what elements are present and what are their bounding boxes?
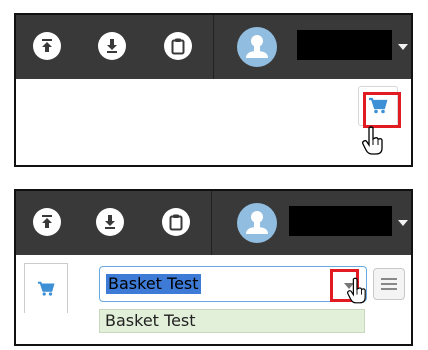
user-avatar-icon [246, 35, 268, 58]
clipboard-button[interactable] [162, 208, 190, 236]
toolbar-divider [213, 15, 214, 79]
download-button[interactable] [96, 208, 124, 236]
upload-button[interactable] [33, 208, 61, 236]
user-avatar-icon [246, 211, 268, 234]
user-avatar[interactable] [237, 203, 277, 243]
user-avatar[interactable] [237, 27, 277, 67]
upload-button[interactable] [33, 32, 61, 60]
clipboard-button[interactable] [164, 32, 192, 60]
screenshot-panel-before [14, 13, 413, 167]
dropdown-caret-icon[interactable] [398, 220, 408, 226]
hamburger-menu-icon [381, 278, 397, 290]
download-button[interactable] [98, 32, 126, 60]
download-icon [105, 215, 115, 229]
clipboard-icon [171, 38, 185, 55]
hand-cursor-icon [362, 126, 383, 155]
toolbar-divider [211, 191, 212, 255]
username-redacted [297, 30, 392, 60]
clipboard-icon [169, 214, 183, 231]
basket-menu-button[interactable] [373, 268, 405, 300]
basket-select-value[interactable]: Basket Test [106, 274, 201, 294]
top-toolbar [16, 191, 411, 255]
highlight-box [363, 92, 401, 128]
hand-cursor-icon [347, 277, 366, 304]
dropdown-caret-icon[interactable] [398, 44, 408, 50]
screenshot-panel-after: Basket Test Basket Test [14, 189, 413, 346]
upload-icon [42, 215, 52, 228]
top-toolbar [16, 15, 411, 79]
shopping-cart-icon [37, 281, 55, 296]
upload-icon [42, 39, 52, 52]
basket-select[interactable]: Basket Test [99, 266, 367, 302]
cart-tab[interactable] [24, 263, 68, 313]
download-icon [107, 39, 117, 53]
dropdown-option[interactable]: Basket Test [99, 309, 365, 333]
username-redacted [289, 206, 392, 236]
